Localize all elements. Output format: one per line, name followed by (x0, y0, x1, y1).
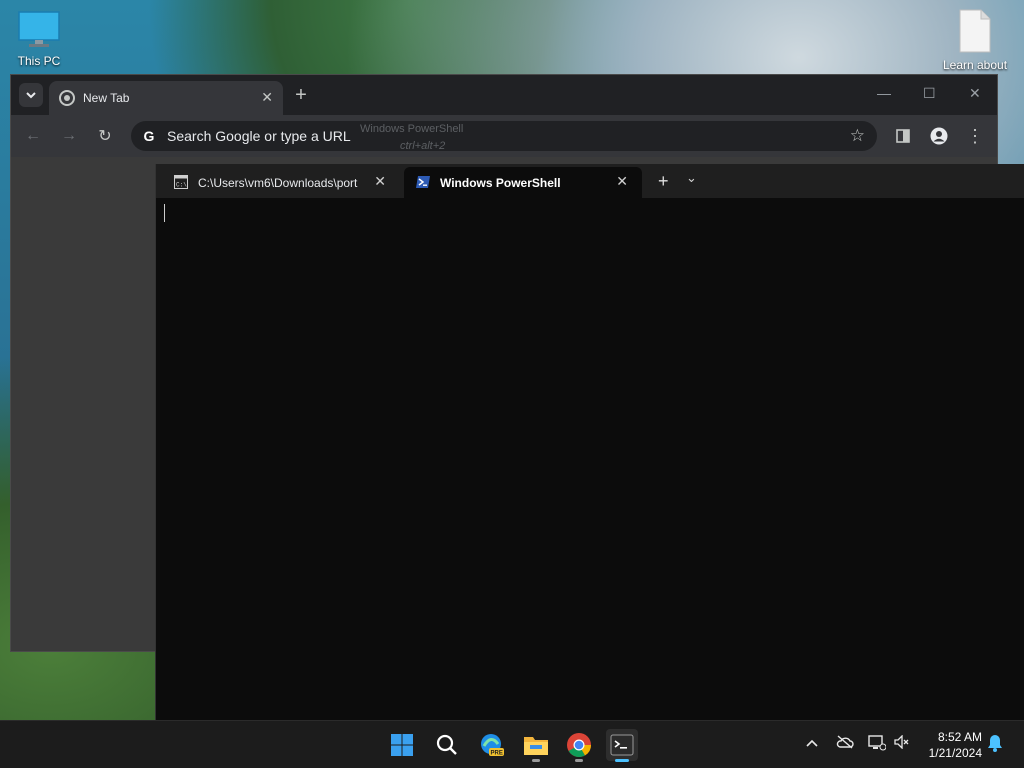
tab-search-button[interactable] (19, 83, 43, 107)
text-cursor[interactable] (164, 204, 165, 222)
close-tab-icon[interactable]: ✕ (374, 173, 386, 190)
close-window-button[interactable]: ✕ (969, 85, 981, 102)
hint-shortcut: ctrl+alt+2 (400, 140, 446, 152)
notifications-button[interactable] (987, 734, 1003, 755)
cloud-off-icon (836, 735, 854, 749)
side-panel-icon (896, 129, 910, 143)
taskbar-file-explorer[interactable] (520, 729, 552, 762)
svg-text:C:\: C:\ (176, 182, 187, 189)
start-button[interactable] (386, 729, 418, 761)
chevron-down-icon (26, 92, 36, 99)
terminal-dropdown-button[interactable]: ⌄ (686, 170, 697, 186)
new-tab-button[interactable]: + (289, 83, 313, 107)
network-icon (868, 735, 887, 751)
forward-button[interactable]: → (57, 124, 81, 148)
more-vertical-icon: ⋮ (966, 125, 984, 146)
google-g-icon: G (143, 128, 155, 144)
powershell-icon (416, 176, 430, 188)
back-button[interactable]: ← (21, 124, 45, 148)
arrow-left-icon: ← (25, 127, 41, 144)
terminal-tab-title: Windows PowerShell (440, 176, 561, 190)
system-clock[interactable]: 8:52 AM 1/21/2024 (929, 729, 982, 761)
chrome-logo-icon (567, 733, 591, 758)
minimize-button[interactable]: — (877, 85, 891, 101)
edge-badge-text: PRE (491, 751, 503, 757)
monitor-icon (18, 11, 60, 47)
plus-icon: + (295, 83, 307, 106)
new-terminal-tab-button[interactable]: + (658, 171, 669, 192)
side-panel-button[interactable] (891, 124, 915, 148)
hint-title: Windows PowerShell (360, 123, 464, 135)
chrome-menu-button[interactable]: ⋮ (963, 124, 987, 148)
address-bar[interactable]: G Search Google or type a URL ☆ (131, 121, 877, 151)
desktop-icon-label: This PC (17, 54, 61, 68)
document-icon (959, 9, 991, 53)
reload-icon: ↻ (98, 128, 112, 145)
taskbar-chrome[interactable] (563, 729, 595, 762)
chrome-toolbar: ← → ↻ G Search Google or type a URL ☆ ⋮ (11, 115, 997, 157)
terminal-tab-cmd[interactable]: C:\ C:\Users\vm6\Downloads\port ✕ (162, 167, 402, 198)
folder-icon (524, 737, 548, 755)
close-tab-icon[interactable]: ✕ (261, 89, 273, 106)
terminal-tab-strip: C:\ C:\Users\vm6\Downloads\port ✕ Window… (156, 164, 1024, 198)
cmd-icon: C:\ (174, 175, 188, 189)
terminal-tab-title: C:\Users\vm6\Downloads\port (198, 176, 358, 190)
network-tray-button[interactable] (868, 735, 887, 754)
running-indicator (615, 759, 629, 762)
chrome-tab-strip: New Tab ✕ + — ☐ ✕ (11, 75, 997, 115)
maximize-button[interactable]: ☐ (923, 85, 936, 102)
running-indicator (575, 759, 583, 762)
edge-icon: PRE (481, 734, 504, 757)
taskbar-edge-preview[interactable]: PRE (476, 729, 508, 761)
arrow-right-icon: → (61, 127, 77, 144)
terminal-icon (610, 734, 634, 756)
profile-icon (930, 127, 948, 145)
terminal-window: C:\ C:\Users\vm6\Downloads\port ✕ Window… (155, 164, 1024, 720)
bell-icon (988, 735, 1002, 752)
chrome-logo-icon (59, 90, 75, 106)
volume-tray-button[interactable] (894, 734, 910, 752)
onedrive-tray-button[interactable] (836, 735, 854, 752)
clock-date: 1/21/2024 (928, 746, 982, 760)
taskbar-terminal[interactable] (606, 729, 638, 762)
terminal-tab-powershell[interactable]: Windows PowerShell ✕ (404, 167, 642, 198)
desktop-icon-learn-about[interactable]: Learn about (940, 8, 1010, 72)
show-hidden-icons-button[interactable] (806, 735, 818, 751)
volume-muted-icon (894, 734, 909, 750)
search-button[interactable] (431, 729, 463, 761)
profile-button[interactable] (927, 124, 951, 148)
star-icon[interactable]: ☆ (850, 126, 865, 146)
reload-button[interactable]: ↻ (93, 124, 117, 148)
desktop-icon-this-pc[interactable]: This PC (14, 10, 64, 68)
running-indicator (532, 759, 540, 762)
chrome-tab-title: New Tab (83, 91, 130, 105)
close-tab-icon[interactable]: ✕ (616, 173, 628, 190)
search-icon (436, 734, 457, 755)
chrome-tab-new-tab[interactable]: New Tab ✕ (49, 81, 283, 115)
address-placeholder: Search Google or type a URL (167, 128, 351, 144)
clock-time: 8:52 AM (937, 730, 982, 744)
desktop-icon-label: Learn about (942, 58, 1008, 72)
chevron-up-icon (806, 739, 818, 747)
windows-logo-icon (391, 734, 413, 756)
taskbar: PRE 8:52 AM 1/21/2024 (0, 720, 1024, 768)
